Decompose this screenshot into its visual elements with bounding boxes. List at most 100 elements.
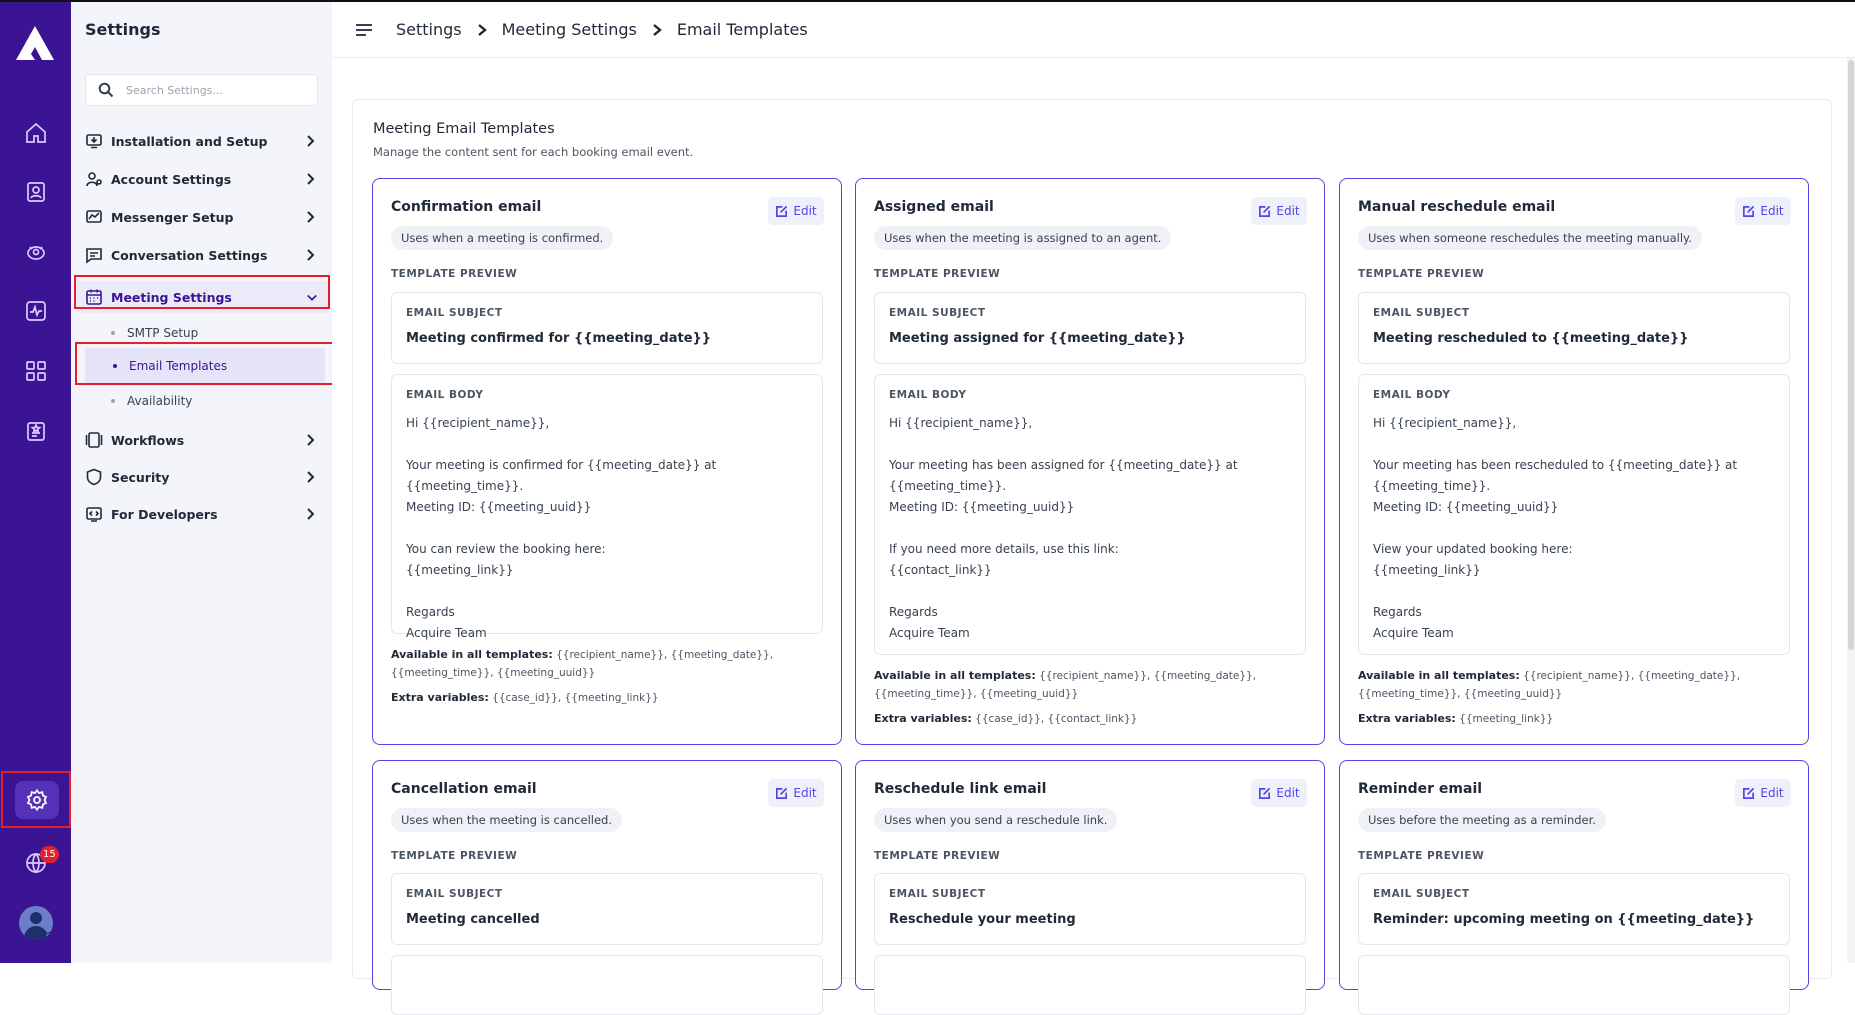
edit-icon bbox=[1259, 205, 1271, 217]
edit-button[interactable]: Edit bbox=[1251, 779, 1307, 807]
activity-icon[interactable] bbox=[21, 296, 51, 326]
email-body-label: EMAIL BODY bbox=[1373, 389, 1451, 401]
chevron-right-icon bbox=[307, 135, 315, 147]
workflows-icon bbox=[85, 432, 103, 448]
sidebar-item-label: For Developers bbox=[111, 506, 218, 522]
edit-button[interactable]: Edit bbox=[1251, 197, 1307, 225]
card-description: Uses when you send a reschedule link. bbox=[874, 808, 1118, 832]
contacts-icon[interactable] bbox=[21, 177, 51, 207]
template-preview-label: TEMPLATE PREVIEW bbox=[1358, 850, 1485, 862]
conversation-icon bbox=[86, 248, 102, 264]
card-title: Assigned email bbox=[874, 199, 994, 215]
template-preview-label: TEMPLATE PREVIEW bbox=[874, 268, 1001, 280]
messenger-icon bbox=[86, 210, 102, 223]
template-card-confirmation: Confirmation email Edit Uses when a meet… bbox=[372, 178, 842, 745]
subitem-label: SMTP Setup bbox=[127, 326, 199, 340]
email-subject: Meeting confirmed for {{meeting_date}} bbox=[406, 331, 712, 346]
edit-button[interactable]: Edit bbox=[1735, 197, 1791, 225]
email-subject-label: EMAIL SUBJECT bbox=[1373, 888, 1470, 900]
scrollbar[interactable] bbox=[1847, 58, 1855, 963]
edit-button[interactable]: Edit bbox=[768, 779, 824, 807]
template-preview-label: TEMPLATE PREVIEW bbox=[874, 850, 1001, 862]
settings-sidebar: Settings Installation and Setup Account … bbox=[71, 0, 335, 963]
email-subject: Reschedule your meeting bbox=[889, 912, 1076, 927]
available-variables: Available in all templates: {{recipient_… bbox=[874, 667, 1294, 703]
app-rail: 15 bbox=[0, 0, 71, 963]
email-body-box: EMAIL BODY Hi {{recipient_name}}, Your m… bbox=[874, 374, 1306, 655]
available-label: Available in all templates: bbox=[1358, 669, 1520, 682]
available-variables: Available in all templates: {{recipient_… bbox=[391, 646, 811, 682]
email-body: Hi {{recipient_name}}, Your meeting has … bbox=[1373, 416, 1738, 640]
template-preview-label: TEMPLATE PREVIEW bbox=[391, 268, 518, 280]
card-description: Uses when the meeting is assigned to an … bbox=[874, 226, 1172, 250]
edit-icon bbox=[1743, 787, 1755, 799]
edit-label: Edit bbox=[1760, 786, 1784, 800]
extra-values: {{case_id}}, {{contact_link}} bbox=[975, 713, 1138, 725]
chevron-right-icon bbox=[307, 508, 315, 520]
sidebar-item-workflows[interactable]: Workflows bbox=[85, 425, 320, 455]
edit-icon bbox=[776, 205, 788, 217]
email-subject-box: EMAIL SUBJECT Reschedule your meeting bbox=[874, 873, 1306, 945]
settings-button[interactable] bbox=[15, 781, 59, 819]
chevron-right-icon bbox=[307, 434, 315, 446]
extra-variables: Extra variables: {{case_id}}, {{meeting_… bbox=[391, 689, 811, 707]
card-title: Reschedule link email bbox=[874, 781, 1047, 797]
bot-icon[interactable] bbox=[21, 237, 51, 267]
email-subject-box: EMAIL SUBJECT Meeting rescheduled to {{m… bbox=[1358, 292, 1790, 364]
apps-icon[interactable] bbox=[21, 356, 51, 386]
sidebar-item-security[interactable]: Security bbox=[85, 462, 320, 492]
template-card-manual-reschedule: Manual reschedule email Edit Uses when s… bbox=[1339, 178, 1809, 745]
search-box[interactable] bbox=[85, 74, 318, 106]
chevron-right-icon bbox=[653, 23, 662, 36]
home-icon[interactable] bbox=[21, 118, 51, 148]
page-subtitle: Manage the content sent for each booking… bbox=[373, 145, 694, 159]
notification-badge: 15 bbox=[40, 846, 59, 863]
sidebar-item-label: Conversation Settings bbox=[111, 247, 268, 263]
card-title: Confirmation email bbox=[391, 199, 542, 215]
sidebar-subitem-smtp[interactable]: SMTP Setup bbox=[111, 326, 198, 340]
extra-variables: Extra variables: {{meeting_link}} bbox=[1358, 710, 1778, 728]
card-title: Cancellation email bbox=[391, 781, 537, 797]
bullet-dot bbox=[111, 331, 115, 335]
edit-icon bbox=[776, 787, 788, 799]
shield-icon bbox=[86, 468, 102, 486]
available-label: Available in all templates: bbox=[391, 648, 553, 661]
sidebar-item-label: Workflows bbox=[111, 432, 185, 448]
extra-label: Extra variables: bbox=[391, 691, 489, 704]
email-subject: Meeting rescheduled to {{meeting_date}} bbox=[1373, 331, 1689, 346]
template-preview-label: TEMPLATE PREVIEW bbox=[1358, 268, 1485, 280]
sidebar-item-messenger[interactable]: Messenger Setup bbox=[85, 202, 320, 232]
email-body-box bbox=[874, 955, 1306, 1015]
search-input[interactable] bbox=[126, 83, 306, 97]
email-subject: Meeting cancelled bbox=[406, 912, 540, 927]
sidebar-item-installation[interactable]: Installation and Setup bbox=[85, 126, 320, 156]
report-icon[interactable] bbox=[21, 416, 51, 446]
breadcrumb-meeting-settings[interactable]: Meeting Settings bbox=[502, 20, 637, 39]
edit-button[interactable]: Edit bbox=[768, 197, 824, 225]
sidebar-item-label: Security bbox=[111, 469, 170, 485]
sidebar-subitem-availability[interactable]: Availability bbox=[111, 394, 192, 408]
chevron-right-icon bbox=[307, 471, 315, 483]
available-variables: Available in all templates: {{recipient_… bbox=[1358, 667, 1778, 703]
app-logo-icon[interactable] bbox=[14, 24, 56, 62]
breadcrumb-settings[interactable]: Settings bbox=[396, 20, 462, 39]
avatar[interactable] bbox=[19, 906, 53, 940]
scrollbar-thumb[interactable] bbox=[1848, 60, 1854, 650]
sidebar-item-account[interactable]: Account Settings bbox=[85, 164, 320, 194]
email-subject-box: EMAIL SUBJECT Reminder: upcoming meeting… bbox=[1358, 873, 1790, 945]
menu-icon[interactable] bbox=[354, 21, 374, 39]
edit-label: Edit bbox=[793, 786, 817, 800]
installation-icon bbox=[86, 134, 102, 149]
sidebar-item-label: Messenger Setup bbox=[111, 209, 234, 225]
email-subject-label: EMAIL SUBJECT bbox=[1373, 307, 1470, 319]
sidebar-item-conversation[interactable]: Conversation Settings bbox=[85, 240, 320, 270]
email-subject-label: EMAIL SUBJECT bbox=[406, 888, 503, 900]
sidebar-item-developers[interactable]: For Developers bbox=[85, 499, 320, 529]
settings-icon bbox=[26, 789, 48, 811]
template-card-reminder: Reminder email Edit Uses before the meet… bbox=[1339, 760, 1809, 1015]
edit-button[interactable]: Edit bbox=[1735, 779, 1791, 807]
card-description: Uses when the meeting is cancelled. bbox=[391, 808, 622, 832]
email-body-box: EMAIL BODY Hi {{recipient_name}}, Your m… bbox=[1358, 374, 1790, 655]
email-body-box bbox=[1358, 955, 1790, 1015]
edit-icon bbox=[1743, 205, 1755, 217]
